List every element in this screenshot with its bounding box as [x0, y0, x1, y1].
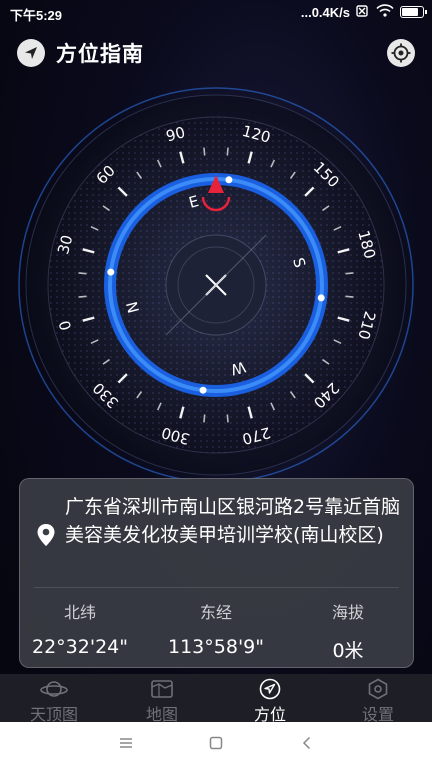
longitude-value: 113°58'9" [168, 636, 264, 658]
ring-marker-dot [225, 176, 233, 184]
degree-tick [203, 147, 206, 156]
ring-marker-dot [107, 268, 115, 276]
longitude-stat: 东经 113°58'9" [156, 599, 276, 658]
nav-item-map[interactable]: 地图 [108, 674, 216, 724]
wifi-icon [376, 4, 394, 20]
degree-tick [226, 414, 229, 423]
status-time: 下午5:29 [10, 8, 63, 23]
network-speed: ...0.4K/s [300, 4, 350, 20]
latitude-value: 22°32'24" [32, 636, 128, 658]
page-title: 方位指南 [56, 42, 144, 66]
navigation-arrow-icon [25, 47, 37, 59]
nav-item-compass[interactable]: 方位 [216, 674, 324, 724]
app-header: 方位指南 [0, 30, 432, 76]
bottom-nav: 天顶图 地图 方位 设置 [0, 674, 432, 724]
locate-button[interactable] [387, 39, 415, 67]
back-arrow-icon[interactable] [300, 735, 314, 754]
degree-tick [345, 295, 354, 298]
altitude-value: 0米 [332, 640, 364, 662]
ring-marker-dot [199, 386, 207, 394]
degree-tick [203, 414, 206, 423]
nav-item-settings[interactable]: 设置 [324, 674, 432, 724]
address-text: 广东省深圳市南山区银河路2号靠近首脑美容美发化妆美甲培训学校(南山校区) [65, 496, 401, 546]
degree-tick [78, 295, 87, 298]
back-button[interactable] [17, 39, 45, 67]
degree-tick [345, 272, 354, 275]
latitude-label: 北纬 [63, 603, 96, 622]
sim-icon [356, 4, 370, 20]
screen: 下午5:29 ...0.4K/s 方位指南 0 30 60 90 120 150… [0, 0, 432, 768]
card-divider [34, 587, 399, 588]
system-nav-bar [0, 722, 432, 768]
compass-dial[interactable]: 0306090 120150180210240270300330 ESWN [0, 80, 432, 480]
degree-tick [226, 147, 229, 156]
location-card: 广东省深圳市南山区银河路2号靠近首脑美容美发化妆美甲培训学校(南山校区) 北纬 … [19, 478, 414, 668]
menu-icon[interactable] [119, 735, 133, 754]
latitude-stat: 北纬 22°32'24" [20, 599, 140, 658]
nav-item-zenith[interactable]: 天顶图 [0, 674, 108, 724]
battery-icon [400, 6, 427, 18]
altitude-label: 海拔 [331, 603, 364, 622]
home-icon[interactable] [209, 735, 223, 754]
location-pin-icon [36, 523, 56, 551]
degree-tick [78, 272, 87, 275]
status-indicators: ...0.4K/s [300, 4, 427, 20]
longitude-label: 东经 [199, 603, 232, 622]
altitude-stat: 海拔 0米 [288, 599, 408, 663]
target-icon [391, 43, 411, 63]
ring-marker-dot [317, 294, 325, 302]
status-bar: 下午5:29 ...0.4K/s [0, 0, 432, 26]
